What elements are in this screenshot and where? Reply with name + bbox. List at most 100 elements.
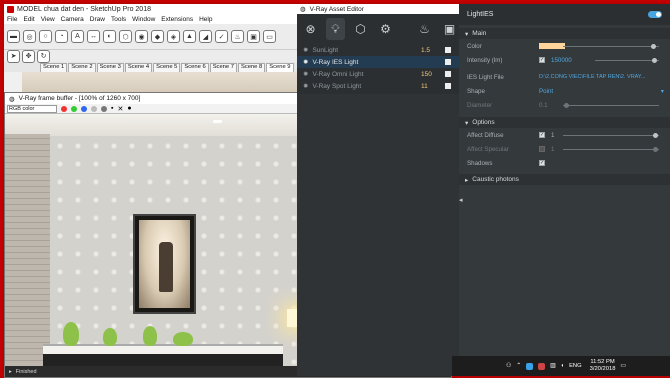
light-enabled-checkbox[interactable]: [445, 47, 451, 53]
omni-light-icon: ✹: [303, 71, 309, 78]
clock[interactable]: 11:52 PM 3/20/2018: [590, 359, 616, 373]
blue-channel-icon[interactable]: [81, 105, 87, 112]
people-icon[interactable]: ⚇: [506, 363, 511, 369]
lights-icon[interactable]: 💡︎: [326, 18, 345, 40]
affect-specular-slider[interactable]: [563, 147, 659, 152]
teapot-preview-icon[interactable]: ♨: [415, 18, 434, 40]
red-channel-icon[interactable]: [61, 105, 67, 112]
render-status: Finished: [15, 368, 37, 375]
scene-tab-5[interactable]: Scene 5: [153, 63, 181, 72]
alpha-channel-icon[interactable]: [91, 105, 97, 112]
menu-window[interactable]: Window: [132, 16, 155, 23]
check-icon[interactable]: ✓: [215, 30, 228, 43]
scene-tab-2[interactable]: Scene 2: [68, 63, 96, 72]
intensity-slider[interactable]: [595, 58, 659, 63]
app-tray-icon[interactable]: [526, 362, 534, 370]
teapot-icon[interactable]: ♨: [231, 30, 244, 43]
chevron-down-icon: ▾: [465, 119, 469, 127]
vray-render-icon[interactable]: ◢: [199, 30, 212, 43]
green-channel-icon[interactable]: [71, 105, 77, 112]
shape-dropdown[interactable]: Point: [539, 88, 553, 95]
section-icon[interactable]: ◐: [103, 30, 116, 43]
prop-intensity: Intensity (lm) ✓ 150000: [459, 53, 670, 67]
color-swatch[interactable]: [539, 43, 565, 49]
scene-tab-8[interactable]: Scene 8: [237, 63, 266, 72]
shadows-checkbox[interactable]: ✓: [539, 160, 545, 166]
ies-file-path[interactable]: D:\2.CONG VIEC\FILE TAP REN\2. VRAY...: [539, 74, 665, 80]
light-row-ies[interactable]: ✹ V-Ray IES Light: [297, 56, 459, 68]
keyboard-language[interactable]: ENG: [569, 363, 582, 369]
scene-tab-3[interactable]: Scene 3: [96, 63, 124, 72]
circle-icon[interactable]: ○: [39, 30, 52, 43]
move-icon[interactable]: ✥: [22, 49, 35, 63]
antivirus-tray-icon[interactable]: [538, 362, 546, 370]
affect-specular-value[interactable]: 1: [551, 146, 554, 153]
scene-tab-6[interactable]: Scene 6: [181, 63, 209, 72]
light-row-sunlight[interactable]: ✹ SunLight 1.5: [297, 44, 459, 56]
frame-buffer-icon[interactable]: ▣: [247, 30, 260, 43]
monitor-icon[interactable]: ▭: [263, 30, 276, 43]
materials-icon[interactable]: ⊗: [301, 18, 320, 40]
select-icon[interactable]: ➤: [7, 49, 20, 63]
scene-tab-7[interactable]: Scene 7: [209, 63, 237, 72]
eraser-icon[interactable]: ▬: [7, 30, 20, 43]
light-name: V-Ray Spot Light: [312, 82, 362, 90]
material-icon[interactable]: ◈: [167, 30, 180, 43]
scene-tab-9[interactable]: Scene 9: [266, 63, 294, 72]
affect-specular-checkbox[interactable]: [539, 146, 545, 152]
intensity-value[interactable]: 150000: [551, 57, 572, 64]
section-main[interactable]: ▾ Main: [459, 28, 670, 39]
menu-camera[interactable]: Camera: [61, 16, 84, 23]
render-preview-icon[interactable]: ▣: [440, 18, 459, 40]
light-row-omni[interactable]: ✹ V-Ray Omni Light 150: [297, 68, 459, 80]
channel-select[interactable]: RGB color: [7, 104, 57, 113]
color-slider[interactable]: [563, 44, 659, 49]
affect-diffuse-slider[interactable]: [563, 133, 659, 138]
menu-help[interactable]: Help: [199, 16, 212, 23]
light-enabled-checkbox[interactable]: [445, 59, 451, 65]
menu-draw[interactable]: Draw: [90, 16, 105, 23]
cube-icon[interactable]: ◆: [151, 30, 164, 43]
chevron-down-icon[interactable]: ▾: [661, 88, 664, 95]
intensity-checkbox[interactable]: ✓: [539, 57, 545, 63]
diameter-slider[interactable]: [563, 103, 659, 108]
scene-tab-1[interactable]: Scene 1: [40, 63, 68, 72]
collapse-panel-icon[interactable]: ◂: [459, 196, 463, 204]
affect-diffuse-value[interactable]: 1: [551, 132, 554, 139]
notifications-icon[interactable]: ▭: [620, 363, 625, 369]
tray-chevron-icon[interactable]: ⌃: [516, 363, 521, 369]
protractor-icon[interactable]: ◔: [55, 30, 68, 43]
green-bowl: [173, 332, 193, 346]
rotate-icon[interactable]: ↻: [37, 49, 50, 63]
light-on-toggle[interactable]: [648, 11, 662, 18]
mono-channel-icon[interactable]: [101, 105, 107, 112]
light-row-spot[interactable]: ✹ V-Ray Spot Light 11: [297, 80, 459, 92]
volume-icon[interactable]: ◖: [561, 363, 565, 369]
paint-icon[interactable]: ◉: [135, 30, 148, 43]
settings-icon[interactable]: ⚙: [376, 18, 395, 40]
vray-logo-icon: ◍: [300, 6, 306, 13]
component-icon[interactable]: ⬡: [119, 30, 132, 43]
menu-edit[interactable]: Edit: [23, 16, 34, 23]
scene-tab-4[interactable]: Scene 4: [124, 63, 153, 72]
dimension-icon[interactable]: ↔: [87, 30, 100, 43]
text-icon[interactable]: A: [71, 30, 84, 43]
menu-file[interactable]: File: [7, 16, 17, 23]
light-properties-panel: LightIES ▾ Main Color Intensity (lm) ✓ 1…: [459, 4, 670, 376]
tape-icon[interactable]: ◎: [23, 30, 36, 43]
clear-icon[interactable]: ✕: [117, 105, 123, 113]
light-enabled-checkbox[interactable]: [445, 71, 451, 77]
section-caustic-photons[interactable]: ▸ Caustic photons: [459, 174, 670, 185]
save-icon[interactable]: ▪: [111, 105, 113, 112]
geometry-icon[interactable]: ⬡: [351, 18, 370, 40]
affect-diffuse-checkbox[interactable]: ✓: [539, 132, 545, 138]
menu-extensions[interactable]: Extensions: [161, 16, 193, 23]
render-start-icon[interactable]: ●: [127, 105, 131, 112]
menu-view[interactable]: View: [41, 16, 55, 23]
menu-tools[interactable]: Tools: [111, 16, 126, 23]
diameter-value[interactable]: 0.1: [539, 102, 548, 109]
section-options[interactable]: ▾ Options: [459, 117, 670, 128]
network-icon[interactable]: ▥: [550, 363, 555, 369]
render-icon[interactable]: ▲: [183, 30, 196, 43]
light-enabled-checkbox[interactable]: [445, 83, 451, 89]
